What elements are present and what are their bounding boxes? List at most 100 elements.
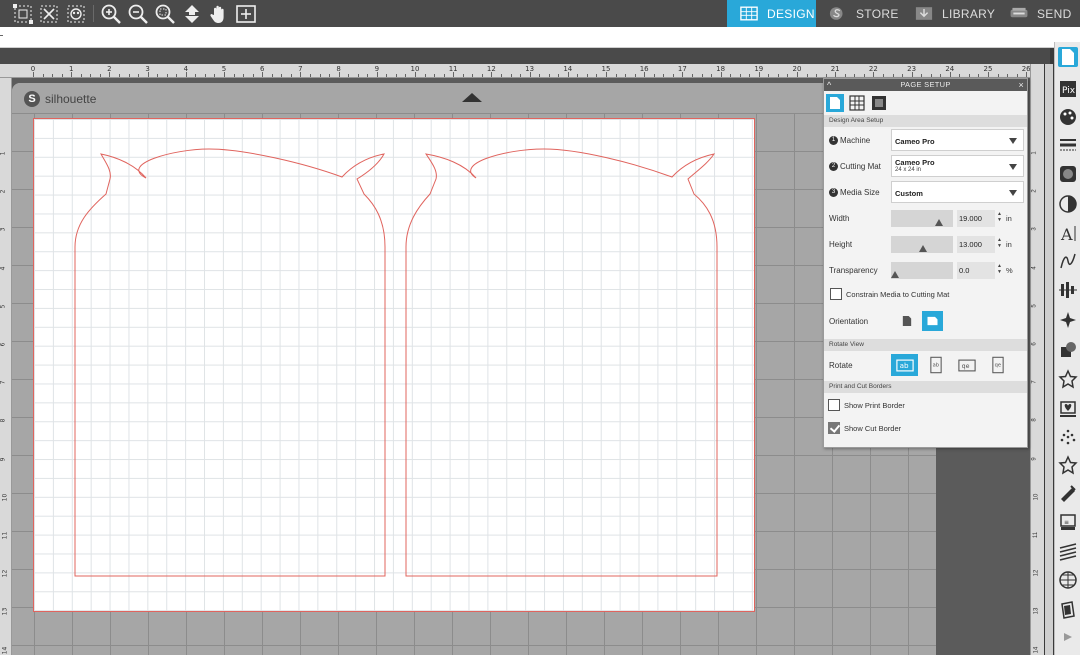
collapse-icon[interactable]: ^ xyxy=(827,79,832,91)
media-page[interactable] xyxy=(33,118,755,612)
cutting-mat-select[interactable]: Cameo Pro 24 x 24 in xyxy=(891,155,1024,177)
zoom-in-icon[interactable] xyxy=(99,2,123,26)
constrain-label: Constrain Media to Cutting Mat xyxy=(846,290,950,299)
ruler-tick-mark xyxy=(33,72,34,77)
svg-text:qe: qe xyxy=(961,363,969,370)
transparency-slider-thumb[interactable] xyxy=(891,271,899,278)
knife-icon[interactable] xyxy=(1058,483,1078,503)
align-icon[interactable] xyxy=(1058,280,1078,300)
chevron-down-icon xyxy=(1009,190,1017,196)
ruler-tick-mark xyxy=(825,74,827,77)
ruler-tick-mark xyxy=(491,72,493,77)
layers-icon[interactable] xyxy=(1058,542,1078,562)
tab-store[interactable]: STORE xyxy=(816,0,902,27)
silhouette-logo-mark: S xyxy=(24,91,40,107)
height-input[interactable]: 13.000 xyxy=(957,236,995,253)
machine-select[interactable]: Cameo Pro xyxy=(891,129,1024,151)
landscape-icon[interactable] xyxy=(922,311,943,331)
print-border-row: Show Print Border xyxy=(824,393,1027,416)
top-toolbar: DESIGN STORE LIBRARY SEND xyxy=(0,0,1080,27)
ruler-tick-mark xyxy=(80,74,82,77)
show-print-border-checkbox[interactable] xyxy=(828,399,840,411)
portrait-icon[interactable] xyxy=(896,311,917,331)
puzzle-icon[interactable]: ≡ xyxy=(1058,512,1078,532)
design-store-icon[interactable] xyxy=(1058,399,1078,419)
tab-page-icon[interactable] xyxy=(826,94,844,112)
line-style-icon[interactable] xyxy=(1058,135,1078,155)
vertical-scrollbar[interactable] xyxy=(1045,64,1053,655)
show-cut-border-checkbox[interactable] xyxy=(828,422,840,434)
trace-icon[interactable] xyxy=(1058,455,1078,475)
tab-send[interactable]: SEND xyxy=(997,0,1080,27)
width-input[interactable]: 19.000 xyxy=(957,210,995,227)
width-label: Width xyxy=(829,214,850,223)
pixscan-icon[interactable]: Pix xyxy=(1058,79,1078,99)
select-all-icon[interactable] xyxy=(11,2,35,26)
width-slider[interactable] xyxy=(891,210,953,227)
tab-registration-icon[interactable] xyxy=(870,94,888,112)
transparency-input[interactable]: 0.0 xyxy=(957,262,995,279)
height-spinner-icon[interactable]: ▲ ▼ xyxy=(997,237,1003,249)
cutting-mat-label: 2 Cutting Mat xyxy=(829,162,881,172)
ruler-tick-mark xyxy=(806,74,808,77)
tab-grid-icon[interactable] xyxy=(848,94,866,112)
svg-text:Pix: Pix xyxy=(1062,86,1076,96)
pan-hand-icon[interactable] xyxy=(207,2,231,26)
transparency-slider[interactable] xyxy=(891,262,953,279)
ruler-tick-mark xyxy=(233,74,235,77)
ruler-tick-mark xyxy=(625,74,627,77)
modify-icon[interactable] xyxy=(1058,340,1078,360)
width-row: Width 19.000 ▲ ▼ in xyxy=(824,205,1027,231)
library-icon[interactable] xyxy=(1058,570,1078,590)
ruler-tick-mark xyxy=(720,72,722,77)
tab-design[interactable]: DESIGN xyxy=(727,0,816,27)
tab-library[interactable]: LIBRARY xyxy=(902,0,997,27)
ruler-tick-label: 10 xyxy=(1033,493,1040,501)
media-size-select[interactable]: Custom xyxy=(891,181,1024,203)
pan-down-icon[interactable] xyxy=(180,2,204,26)
text-style-icon[interactable]: A xyxy=(1058,223,1078,243)
ruler-tick-mark xyxy=(730,74,732,77)
close-icon[interactable]: × xyxy=(1018,79,1024,91)
rotate-90-icon[interactable]: ab xyxy=(922,354,949,376)
rotate-270-icon[interactable]: qe xyxy=(984,354,1011,376)
transform-icon[interactable] xyxy=(1058,369,1078,389)
fill-pattern-icon[interactable] xyxy=(1058,164,1078,184)
3d-icon[interactable] xyxy=(1058,629,1078,649)
zoom-selected-icon[interactable] xyxy=(153,2,177,26)
width-unit: in xyxy=(1006,214,1012,223)
ruler-tick-mark xyxy=(481,74,483,77)
tab-design-label: DESIGN xyxy=(767,6,815,21)
ruler-tick-label: 5 xyxy=(0,304,7,309)
offset-icon[interactable] xyxy=(1058,427,1078,447)
ruler-tick-label: 6 xyxy=(0,342,7,347)
rotate-180-icon[interactable]: qe xyxy=(953,354,980,376)
chevron-down-icon xyxy=(1009,164,1017,170)
rotate-0-icon[interactable]: ab xyxy=(891,354,918,376)
design-grid-icon xyxy=(739,6,759,22)
replicate-icon[interactable] xyxy=(1058,310,1078,330)
fill-color-icon[interactable] xyxy=(1058,107,1078,127)
step-1-badge: 1 xyxy=(829,136,838,146)
height-slider-thumb[interactable] xyxy=(919,245,927,252)
rhinestone-icon[interactable] xyxy=(1058,600,1078,620)
ruler-tick-mark xyxy=(529,72,531,77)
page-setup-icon[interactable] xyxy=(1058,47,1078,67)
height-slider[interactable] xyxy=(891,236,953,253)
gradient-icon[interactable] xyxy=(1058,194,1078,214)
page-setup-titlebar[interactable]: ^ PAGE SETUP × xyxy=(824,79,1027,91)
ruler-tick-mark xyxy=(357,74,359,77)
sketch-icon[interactable] xyxy=(1058,251,1078,271)
ruler-tick-mark xyxy=(176,74,178,77)
constrain-checkbox[interactable] xyxy=(830,288,842,300)
fit-to-page-icon[interactable] xyxy=(234,2,258,26)
ruler-tick-mark xyxy=(577,74,579,77)
orientation-row: Orientation xyxy=(824,307,1027,335)
width-spinner-icon[interactable]: ▲ ▼ xyxy=(997,211,1003,223)
deselect-icon[interactable] xyxy=(37,2,61,26)
width-slider-thumb[interactable] xyxy=(935,219,943,226)
zoom-out-icon[interactable] xyxy=(126,2,150,26)
select-by-color-icon[interactable] xyxy=(64,2,88,26)
ruler-tick-mark xyxy=(672,74,674,77)
transparency-spinner-icon[interactable]: ▲ ▼ xyxy=(997,263,1003,275)
